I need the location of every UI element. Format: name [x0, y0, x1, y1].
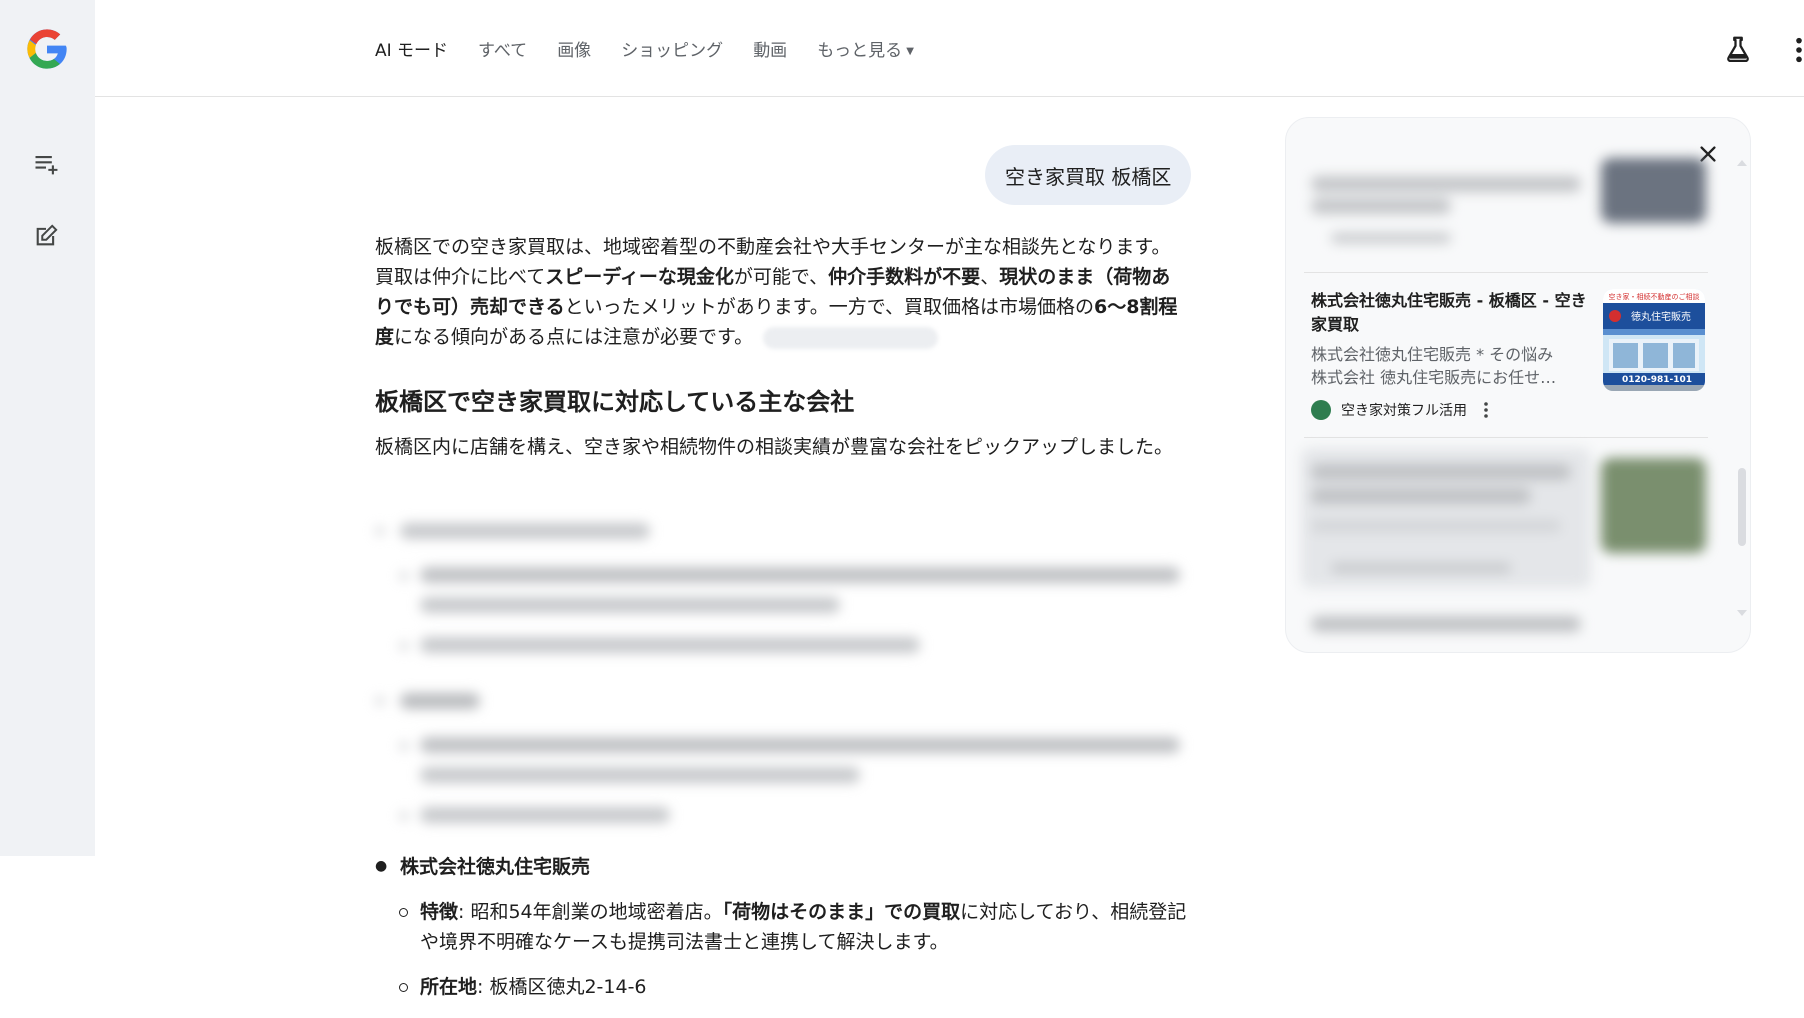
answer-bold: スピーディーな現金化: [545, 266, 734, 288]
blurred-source-card[interactable]: [1301, 158, 1711, 253]
snippet-line: 株式会社 徳丸住宅販売にお任せ…: [1311, 368, 1557, 387]
tab-shopping[interactable]: ショッピング: [621, 36, 723, 61]
answer-bold: 仲介手数料が不要: [828, 266, 981, 288]
left-rail: [0, 0, 95, 856]
scroll-up-icon[interactable]: [1736, 158, 1748, 168]
source-favicon-icon: [1311, 400, 1331, 420]
sources-panel: 株式会社徳丸住宅販売 - 板橋区 - 空き家買取 株式会社徳丸住宅販売 * その…: [1285, 117, 1751, 653]
snippet-line: 株式会社徳丸住宅販売 * その悩み: [1311, 345, 1554, 364]
feature-bold: 「荷物はそのまま」での買取: [722, 901, 961, 923]
edit-square-icon: [36, 224, 58, 246]
labs-flask-icon[interactable]: [1723, 34, 1753, 64]
tab-all[interactable]: すべて: [478, 36, 527, 61]
blurred-source-card[interactable]: [1301, 448, 1711, 638]
panel-scrollbar[interactable]: [1736, 158, 1748, 618]
playlist-add-icon: [35, 156, 58, 175]
section-heading: 板橋区で空き家買取に対応している主な会社: [375, 388, 855, 416]
answer-text: といったメリットがあります。一方で、買取価格は市場価格の: [564, 296, 1094, 318]
tab-more-label: もっと見る: [817, 41, 903, 61]
address-label: 所在地: [420, 976, 478, 998]
google-logo-icon[interactable]: [24, 26, 70, 72]
thumb-phone: 0120-981-101: [1622, 375, 1692, 385]
source-card-thumbnail[interactable]: 空き家・相続不動産のご相談 徳丸住宅販売 0120-981-101: [1603, 289, 1705, 391]
thumb-banner: 空き家・相続不動産のご相談: [1609, 292, 1700, 301]
more-vert-icon[interactable]: [1794, 36, 1804, 64]
top-bar: AI モード すべて 画像 ショッピング 動画 もっと見る ▼: [95, 0, 1804, 97]
source-attribution[interactable]: 空き家対策フル活用: [1311, 400, 1489, 420]
sub-bullet: [399, 908, 408, 917]
card-divider: [1304, 272, 1708, 273]
feature-label: 特徴: [420, 901, 459, 923]
answer-text: になる傾向がある点には注意が必要です。: [394, 326, 754, 348]
company-address: 所在地: 板橋区徳丸2-14-6: [420, 972, 1190, 1002]
tab-videos[interactable]: 動画: [753, 36, 787, 61]
caret-down-icon: ▼: [906, 45, 914, 57]
sub-bullet: [399, 983, 408, 992]
more-vert-icon[interactable]: [1483, 401, 1489, 419]
blurred-list-content: [370, 505, 1190, 835]
citation-chip[interactable]: [763, 326, 939, 349]
tab-images[interactable]: 画像: [557, 36, 591, 61]
source-name: 空き家対策フル活用: [1341, 403, 1467, 419]
thumb-sign: 徳丸住宅販売: [1631, 310, 1691, 323]
tab-more[interactable]: もっと見る ▼: [817, 36, 914, 61]
answer-text: 、: [980, 266, 1000, 288]
tab-ai-mode[interactable]: AI モード: [375, 36, 448, 61]
list-bullet: ●: [375, 858, 388, 874]
card-divider: [1304, 437, 1708, 438]
history-list-button[interactable]: [28, 145, 64, 181]
company-feature: 特徴: 昭和54年創業の地域密着店。「荷物はそのまま」での買取に対応しており、相…: [420, 897, 1190, 957]
section-intro: 板橋区内に店舗を構え、空き家や相続物件の相談実績が豊富な会社をピックアップしまし…: [375, 436, 1174, 458]
scroll-thumb[interactable]: [1738, 468, 1746, 546]
answer-text: が可能で、: [733, 266, 829, 288]
ai-answer-paragraph: 板橋区での空き家買取は、地域密着型の不動産会社や大手センターが主な相談先となりま…: [375, 232, 1185, 352]
new-chat-button[interactable]: [28, 218, 64, 254]
address-value: : 板橋区徳丸2-14-6: [477, 976, 647, 998]
source-card-title[interactable]: 株式会社徳丸住宅販売 - 板橋区 - 空き家買取: [1311, 289, 1591, 337]
scroll-down-icon[interactable]: [1736, 608, 1748, 618]
user-query-bubble: 空き家買取 板橋区: [985, 145, 1192, 205]
search-tabs: AI モード すべて 画像 ショッピング 動画 もっと見る ▼: [375, 36, 944, 61]
feature-text: : 昭和54年創業の地域密着店。: [458, 901, 723, 923]
company-name: 株式会社徳丸住宅販売: [400, 856, 591, 878]
source-card-snippet: 株式会社徳丸住宅販売 * その悩み 株式会社 徳丸住宅販売にお任せ…: [1311, 343, 1591, 389]
